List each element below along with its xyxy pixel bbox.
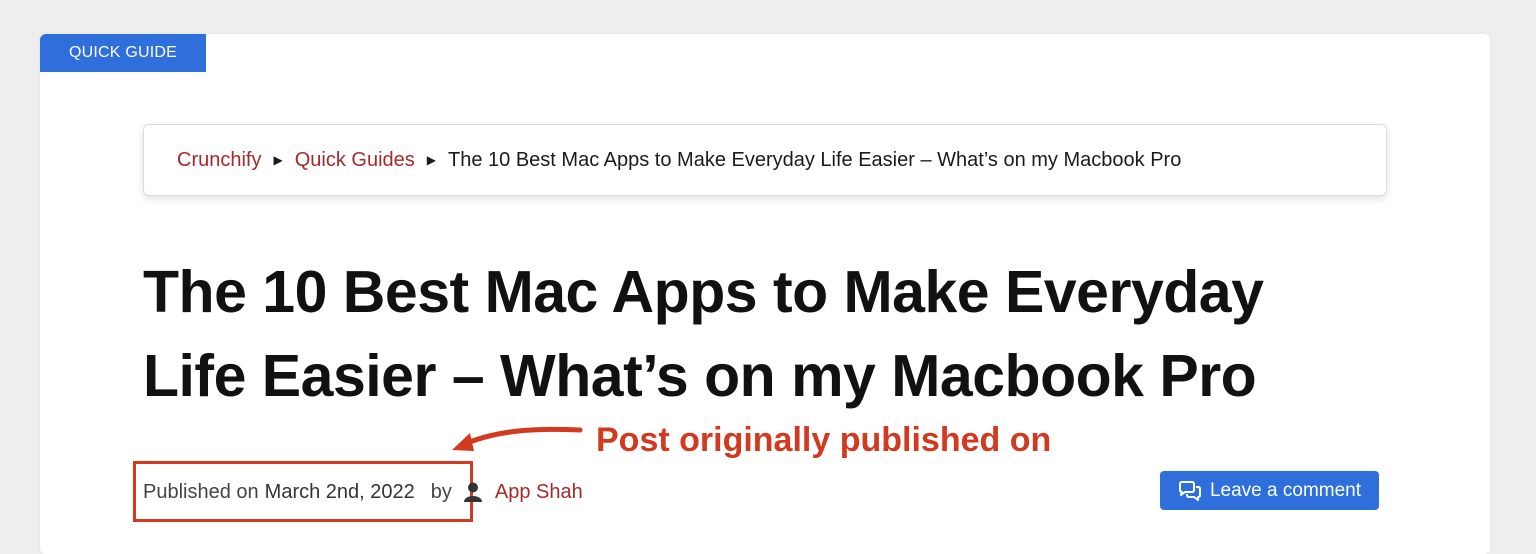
annotation-arrow-icon <box>452 426 583 451</box>
leave-comment-button[interactable]: Leave a comment <box>1160 471 1379 510</box>
author-link[interactable]: App Shah <box>495 481 583 504</box>
published-date: March 2nd, 2022 <box>264 480 415 503</box>
article-title-line-1: The 10 Best Mac Apps to Make Everyday <box>143 259 1264 325</box>
category-badge[interactable]: QUICK GUIDE <box>40 34 206 72</box>
breadcrumb: Crunchify ▶ Quick Guides ▶ The 10 Best M… <box>143 124 1387 196</box>
breadcrumb-link-home[interactable]: Crunchify <box>177 149 261 172</box>
by-label: by <box>430 480 452 503</box>
breadcrumb-link-category[interactable]: Quick Guides <box>295 149 415 172</box>
post-meta: Published on March 2nd, 2022 by App Shah <box>143 478 583 506</box>
leave-comment-label: Leave a comment <box>1209 479 1362 501</box>
comments-icon <box>1178 480 1202 501</box>
article-title: The 10 Best Mac Apps to Make Everyday Li… <box>143 250 1393 418</box>
triangle-right-icon: ▶ <box>273 153 283 167</box>
user-icon <box>463 482 482 502</box>
triangle-right-icon: ▶ <box>426 153 437 167</box>
article-title-line-2: Life Easier – What’s on my Macbook Pro <box>143 343 1257 409</box>
annotation-label: Post originally published on <box>596 421 1052 459</box>
published-prefix: Published on <box>143 480 259 503</box>
breadcrumb-current-page: The 10 Best Mac Apps to Make Everyday Li… <box>448 148 1182 171</box>
